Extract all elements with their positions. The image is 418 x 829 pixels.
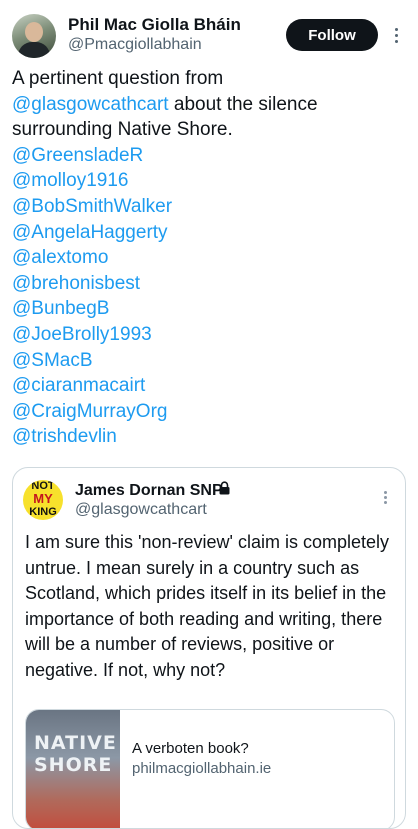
book-cover-text: SHORE xyxy=(34,754,113,776)
quoted-tweet-text: I am sure this 'non-review' claim is com… xyxy=(25,532,389,680)
quoted-author-name[interactable]: James Dornan SNP xyxy=(75,482,223,500)
follow-button[interactable]: Follow xyxy=(286,19,378,51)
more-options-icon[interactable] xyxy=(377,486,393,508)
avatar-body xyxy=(18,42,50,58)
avatar-text: MY xyxy=(33,491,53,506)
mention-link[interactable]: @JoeBrolly1993 xyxy=(12,322,408,348)
mention-link[interactable]: @SMacB xyxy=(12,348,408,374)
mention-link[interactable]: @alextomo xyxy=(12,245,408,271)
mention-link[interactable]: @CraigMurrayOrg xyxy=(12,399,408,425)
author-handle[interactable]: @Pmacgiollabhain xyxy=(68,36,202,54)
quoted-author-handle[interactable]: @glasgowcathcart xyxy=(75,501,207,519)
link-card-domain: philmacgiollabhain.ie xyxy=(132,760,272,777)
book-cover-text: NATIVE xyxy=(34,732,117,754)
mention-link[interactable]: @glasgowcathcart xyxy=(12,94,169,115)
avatar-text: KING xyxy=(29,506,57,518)
quoted-author-avatar[interactable]: NOT MY KING xyxy=(23,480,63,520)
author-name[interactable]: Phil Mac Giolla Bháin xyxy=(68,15,241,35)
link-preview-card[interactable]: NATIVE SHORE A verboten book? philmacgio… xyxy=(25,709,395,828)
link-card-image: NATIVE SHORE xyxy=(26,710,120,828)
more-options-icon[interactable] xyxy=(386,22,406,48)
mention-link[interactable]: @ciaranmacairt xyxy=(12,373,408,399)
quoted-tweet[interactable]: NOT MY KING James Dornan SNP @glasgowcat… xyxy=(12,467,406,829)
mention-link[interactable]: @BunbegB xyxy=(12,296,408,322)
author-avatar[interactable] xyxy=(12,14,56,58)
tweet-intro: A pertinent question from xyxy=(12,68,224,89)
avatar-head xyxy=(25,22,43,42)
mention-link[interactable]: @BobSmithWalker xyxy=(12,194,408,220)
lock-icon xyxy=(219,481,230,495)
mention-link[interactable]: @GreensladeR xyxy=(12,143,408,169)
tweet-text: A pertinent question from @glasgowcathca… xyxy=(12,66,408,450)
mention-link[interactable]: @molloy1916 xyxy=(12,168,408,194)
link-card-title: A verboten book? xyxy=(132,740,249,757)
mention-link[interactable]: @brehonisbest xyxy=(12,271,408,297)
mention-link[interactable]: @trishdevlin xyxy=(12,424,408,450)
mention-link[interactable]: @AngelaHaggerty xyxy=(12,220,408,246)
tweet-header: Phil Mac Giolla Bháin @Pmacgiollabhain F… xyxy=(12,12,406,58)
